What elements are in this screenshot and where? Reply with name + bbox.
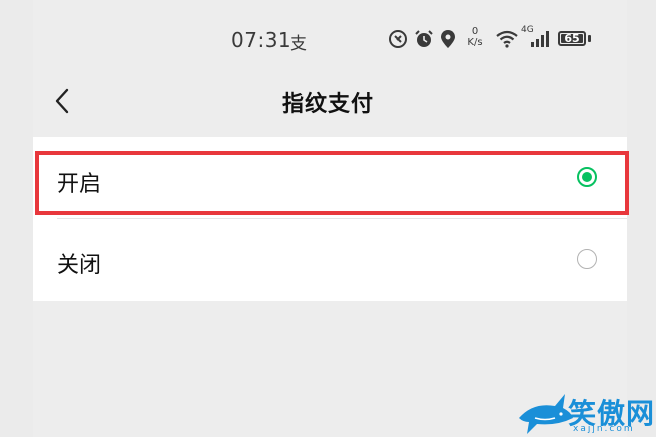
net-speed-value: 0 [471,26,479,37]
battery-level: 65 [564,32,580,45]
option-list: 开启 关闭 [33,137,627,301]
signal-icon [531,31,549,47]
radio-unchecked-icon[interactable] [577,249,597,269]
status-time: 07:31 [231,28,292,52]
radio-checked-icon[interactable] [577,167,597,187]
status-bar: 07:31 支 0 K/s 4G 65 [0,0,656,72]
location-icon [441,30,455,48]
watermark-url: xajjn.com [573,424,635,434]
shark-logo-icon [519,394,573,434]
battery-cap [588,35,591,42]
alipay-icon: 支 [290,34,307,54]
option-label: 开启 [57,172,102,197]
mute-icon [389,30,407,48]
net-speed-unit: K/s [467,37,483,48]
wifi-icon [496,30,518,48]
option-disable[interactable]: 关闭 [33,219,627,301]
page-title: 指纹支付 [281,92,374,117]
option-label: 关闭 [57,253,102,278]
battery-icon: 65 [558,31,586,46]
alarm-icon [415,30,433,47]
option-enable[interactable]: 开启 [33,137,627,219]
net-speed: 0 K/s [465,26,485,48]
